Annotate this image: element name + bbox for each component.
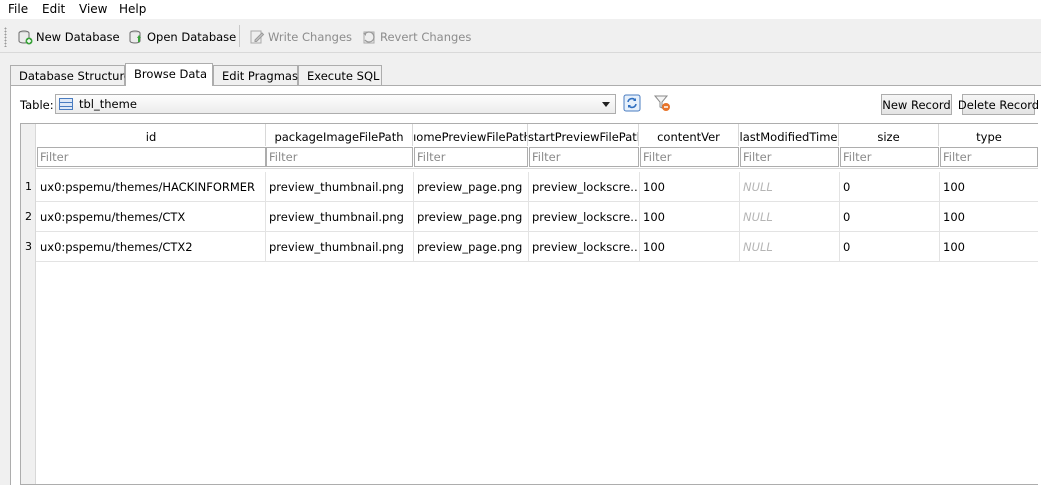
- cell-lastModifiedTime[interactable]: NULL: [740, 172, 840, 202]
- open-database-button[interactable]: Open Database: [128, 27, 236, 47]
- revert-changes-label: Revert Changes: [380, 30, 472, 44]
- refresh-icon: [623, 94, 641, 115]
- row-number[interactable]: 2: [21, 210, 36, 223]
- row-number[interactable]: 3: [21, 240, 36, 253]
- clear-filters-button[interactable]: [652, 94, 672, 114]
- column-header-startPreviewFilePath[interactable]: startPreviewFilePath: [528, 124, 639, 146]
- cell-homePreviewFilePath[interactable]: preview_page.png: [414, 172, 529, 202]
- cell-contentVer[interactable]: 100: [640, 232, 740, 262]
- delete-record-button[interactable]: Delete Record: [958, 94, 1039, 115]
- cell-startPreviewFilePath[interactable]: preview_lockscre…: [529, 202, 640, 232]
- table-label: Table:: [20, 98, 54, 112]
- menu-view[interactable]: View: [78, 2, 108, 16]
- main-toolbar: New Database Open Database Write Changes…: [0, 19, 1041, 53]
- cell-packageImageFilePath[interactable]: preview_thumbnail.png: [266, 232, 414, 262]
- cell-startPreviewFilePath[interactable]: preview_lockscre…: [529, 172, 640, 202]
- refresh-button[interactable]: [622, 94, 642, 114]
- cell-size[interactable]: 0: [840, 202, 940, 232]
- open-database-icon: [128, 29, 144, 45]
- cell-id[interactable]: ux0:pspemu/themes/CTX: [37, 202, 266, 232]
- column-header-id[interactable]: id: [37, 124, 266, 146]
- column-header-lastModifiedTime[interactable]: lastModifiedTime: [739, 124, 839, 146]
- write-changes-button[interactable]: Write Changes: [249, 27, 352, 47]
- filter-input-contentVer[interactable]: Filter: [640, 147, 739, 167]
- cell-lastModifiedTime[interactable]: NULL: [740, 232, 840, 262]
- column-header-type[interactable]: type: [939, 124, 1038, 146]
- write-changes-icon: [249, 29, 265, 45]
- table-select-value: tbl_theme: [79, 97, 137, 111]
- menu-file[interactable]: File: [7, 2, 29, 16]
- filter-input-startPreviewFilePath[interactable]: Filter: [529, 147, 639, 167]
- menu-edit[interactable]: Edit: [41, 2, 66, 16]
- column-header-packageImageFilePath[interactable]: packageImageFilePath: [266, 124, 413, 146]
- table-select[interactable]: tbl_theme: [55, 94, 616, 114]
- cell-type[interactable]: 100: [940, 172, 1038, 202]
- tab-edit-pragmas[interactable]: Edit Pragmas: [213, 65, 298, 85]
- menu-help[interactable]: Help: [118, 2, 147, 16]
- table-icon: [59, 98, 73, 110]
- open-database-label: Open Database: [147, 30, 237, 44]
- row-divider: [36, 261, 1038, 262]
- cell-lastModifiedTime[interactable]: NULL: [740, 202, 840, 232]
- tab-execute-sql[interactable]: Execute SQL: [298, 65, 382, 85]
- filter-input-size[interactable]: Filter: [840, 147, 939, 167]
- clear-filters-icon: [653, 94, 671, 115]
- filter-input-homePreviewFilePath[interactable]: Filter: [414, 147, 528, 167]
- filter-input-id[interactable]: Filter: [37, 147, 266, 167]
- cell-type[interactable]: 100: [940, 202, 1038, 232]
- cell-packageImageFilePath[interactable]: preview_thumbnail.png: [266, 172, 414, 202]
- cell-contentVer[interactable]: 100: [640, 202, 740, 232]
- toolbar-separator: [239, 25, 240, 47]
- cell-type[interactable]: 100: [940, 232, 1038, 262]
- chevron-down-icon: [602, 102, 610, 107]
- tab-browse-data[interactable]: Browse Data: [125, 63, 213, 86]
- write-changes-label: Write Changes: [268, 30, 353, 44]
- filter-input-lastModifiedTime[interactable]: Filter: [740, 147, 839, 167]
- filter-input-type[interactable]: Filter: [940, 147, 1038, 167]
- data-grid[interactable]: id packageImageFilePath ıomePreviewFileP…: [20, 123, 1038, 485]
- cell-contentVer[interactable]: 100: [640, 172, 740, 202]
- new-database-icon: [17, 29, 33, 45]
- column-header-contentVer[interactable]: contentVer: [639, 124, 739, 146]
- new-database-button[interactable]: New Database: [17, 27, 120, 47]
- header-divider: [21, 168, 1038, 169]
- cell-homePreviewFilePath[interactable]: preview_page.png: [414, 202, 529, 232]
- menubar: File Edit View Help: [0, 0, 1041, 19]
- cell-homePreviewFilePath[interactable]: preview_page.png: [414, 232, 529, 262]
- cell-id[interactable]: ux0:pspemu/themes/CTX2: [37, 232, 266, 262]
- tab-database-structure[interactable]: Database Structure: [10, 65, 131, 85]
- cell-size[interactable]: 0: [840, 232, 940, 262]
- revert-changes-button[interactable]: Revert Changes: [361, 27, 471, 47]
- cell-size[interactable]: 0: [840, 172, 940, 202]
- grid-corner[interactable]: [21, 124, 36, 168]
- cell-packageImageFilePath[interactable]: preview_thumbnail.png: [266, 202, 414, 232]
- new-record-button[interactable]: New Record: [881, 94, 952, 115]
- column-header-homePreviewFilePath[interactable]: ıomePreviewFilePatł: [413, 124, 528, 146]
- new-database-label: New Database: [36, 30, 120, 44]
- revert-changes-icon: [361, 29, 377, 45]
- column-header-size[interactable]: size: [839, 124, 939, 146]
- cell-startPreviewFilePath[interactable]: preview_lockscre…: [529, 232, 640, 262]
- cell-id[interactable]: ux0:pspemu/themes/HACKINFORMER: [37, 172, 266, 202]
- toolbar-grip[interactable]: [4, 27, 7, 47]
- filter-input-packageImageFilePath[interactable]: Filter: [266, 147, 413, 167]
- row-number[interactable]: 1: [21, 180, 36, 193]
